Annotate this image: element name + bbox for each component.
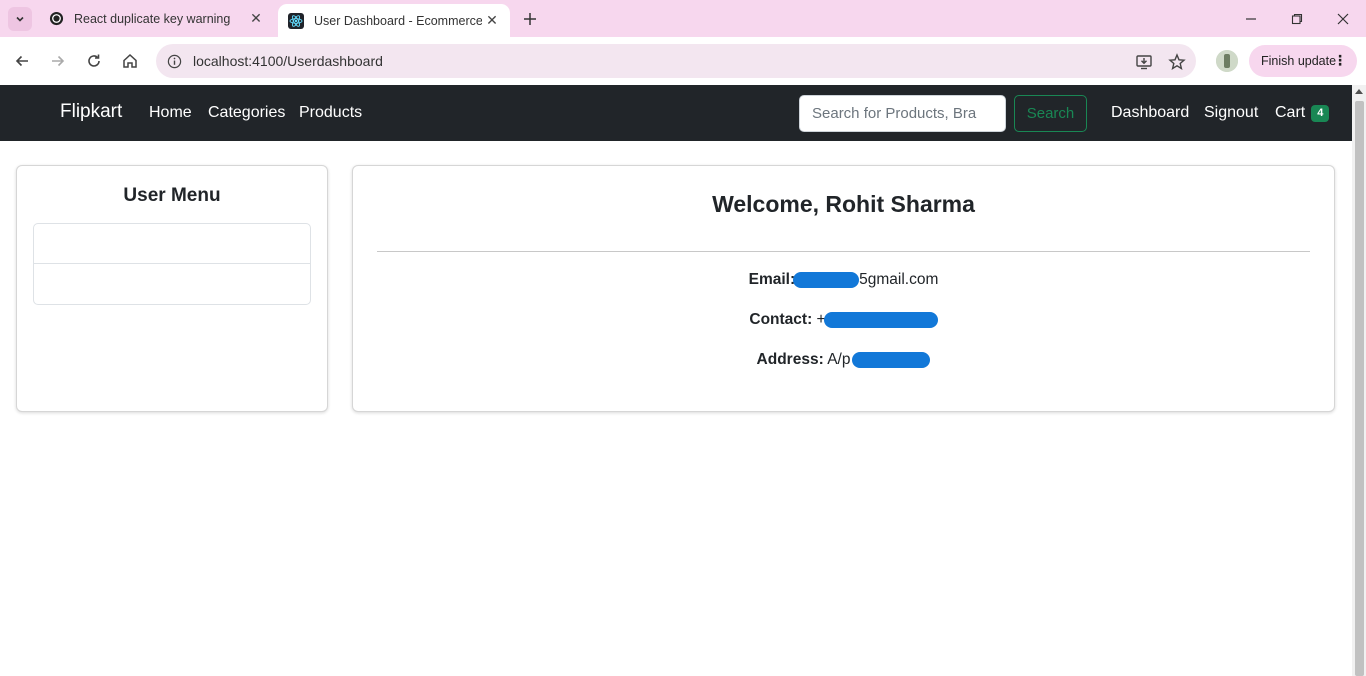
close-icon xyxy=(1337,13,1349,24)
email-row: Email: 5gmail.com xyxy=(353,271,1334,289)
tab-react-duplicate-key[interactable]: React duplicate key warning ✕ xyxy=(38,0,274,37)
bookmark-star-icon[interactable] xyxy=(1166,51,1188,73)
avatar-icon xyxy=(1216,50,1238,72)
plus-icon xyxy=(524,13,536,25)
divider xyxy=(377,251,1310,252)
scroll-up-arrow-icon[interactable] xyxy=(1355,89,1363,94)
minimize-icon xyxy=(1246,17,1256,20)
close-window-button[interactable] xyxy=(1320,0,1366,37)
nav-link-categories[interactable]: Categories xyxy=(208,104,285,122)
user-menu-item[interactable] xyxy=(34,264,310,304)
chevron-down-icon xyxy=(16,16,24,22)
redaction-mark xyxy=(793,271,860,288)
contact-label: Contact: xyxy=(749,311,813,328)
nav-link-signout[interactable]: Signout xyxy=(1204,104,1258,122)
tab-search-button[interactable] xyxy=(8,7,32,31)
search-button[interactable]: Search xyxy=(1014,95,1087,132)
minimize-button[interactable] xyxy=(1228,0,1274,37)
back-button[interactable] xyxy=(8,47,36,75)
tab-title: User Dashboard - Ecommerce A xyxy=(314,13,482,28)
redaction-mark xyxy=(852,351,931,368)
tab-user-dashboard[interactable]: User Dashboard - Ecommerce A ✕ xyxy=(278,4,510,37)
cart-label: Cart xyxy=(1275,104,1306,121)
contact-row: Contact: + xyxy=(353,311,1334,329)
welcome-heading: Welcome, Rohit Sharma xyxy=(712,191,975,217)
finish-update-button[interactable]: Finish update ⋮ xyxy=(1249,45,1357,77)
browser-tabstrip: React duplicate key warning ✕ User Dashb… xyxy=(0,0,1366,37)
cart-count-badge: 4 xyxy=(1311,104,1330,122)
arrow-left-icon xyxy=(15,55,28,67)
forward-button[interactable] xyxy=(44,47,72,75)
user-menu-list xyxy=(33,223,311,305)
close-icon[interactable]: ✕ xyxy=(246,9,266,29)
site-info-icon[interactable] xyxy=(164,51,184,71)
address-row: Address: A/p xyxy=(353,351,1334,369)
search-input[interactable]: Search for Products, Bra xyxy=(799,95,1006,132)
email-label: Email: xyxy=(748,271,796,288)
home-button[interactable] xyxy=(116,47,144,75)
user-profile-card: Welcome, Rohit Sharma Email: 5gmail.com C… xyxy=(352,165,1335,412)
openai-icon xyxy=(48,11,64,27)
email-value: 5gmail.com xyxy=(859,271,939,288)
user-menu-title: User Menu xyxy=(123,185,221,206)
tab-title: React duplicate key warning xyxy=(74,11,231,26)
restore-icon xyxy=(1291,13,1303,24)
brand-link[interactable]: Flipkart xyxy=(60,101,122,123)
page-viewport: Flipkart Home Categories Products Search… xyxy=(0,85,1366,676)
redaction-mark xyxy=(823,311,938,328)
install-app-icon[interactable] xyxy=(1133,51,1155,73)
reload-icon xyxy=(88,54,100,67)
scrollbar-thumb[interactable] xyxy=(1355,101,1364,676)
react-icon xyxy=(288,12,304,29)
nav-link-products[interactable]: Products xyxy=(299,104,362,122)
site-navbar: Flipkart Home Categories Products Search… xyxy=(0,85,1352,141)
user-menu-card: User Menu xyxy=(16,165,328,412)
address-value: A/p xyxy=(827,351,851,368)
url-text: localhost:4100/Userdashboard xyxy=(193,53,383,69)
home-icon xyxy=(123,53,137,68)
new-tab-button[interactable] xyxy=(518,7,542,31)
nav-link-home[interactable]: Home xyxy=(149,104,192,122)
address-label: Address: xyxy=(756,351,824,368)
finish-update-label: Finish update xyxy=(1261,54,1337,68)
nav-link-dashboard[interactable]: Dashboard xyxy=(1111,104,1189,122)
arrow-right-icon xyxy=(52,55,65,67)
more-menu-icon[interactable]: ⋮ xyxy=(1333,53,1347,67)
page-scrollbar[interactable] xyxy=(1352,85,1366,676)
profile-avatar[interactable] xyxy=(1216,50,1238,72)
cart-link[interactable]: Cart 4 xyxy=(1275,104,1330,122)
browser-toolbar: localhost:4100/Userdashboard Finish upda… xyxy=(0,37,1366,85)
restore-button[interactable] xyxy=(1274,0,1320,37)
reload-button[interactable] xyxy=(80,47,108,75)
address-bar[interactable]: localhost:4100/Userdashboard xyxy=(156,44,1196,78)
user-menu-item[interactable] xyxy=(34,224,310,264)
close-icon[interactable]: ✕ xyxy=(482,11,502,31)
